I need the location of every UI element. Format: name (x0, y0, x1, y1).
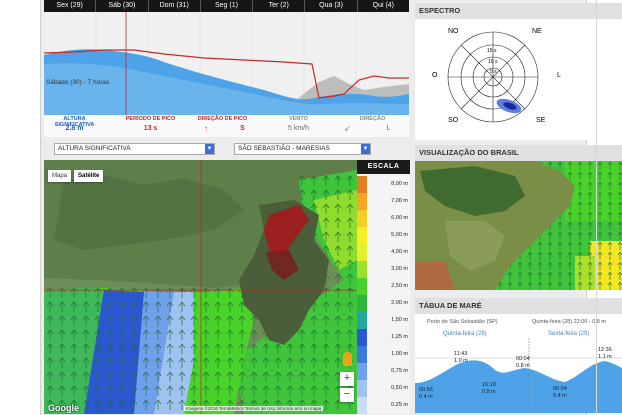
tide-time: 00:04 (516, 356, 530, 362)
direction-label-l: L (557, 72, 561, 79)
page-divider (596, 0, 597, 415)
brazil-title: VISUALIZAÇÃO DO BRASIL (415, 145, 622, 161)
height-scale-legend: ESCALA 8,00 m 7,00 m 6,00 m 5,00 m 4,00 m 3,0… (357, 160, 410, 414)
scale-swatch (357, 312, 367, 329)
scale-label: 2,50 m (391, 283, 408, 289)
day-tab[interactable]: Qui (4) (358, 0, 409, 12)
scale-swatch (357, 329, 367, 346)
direction-label-so: SO (448, 117, 459, 124)
brazil-panel: VISUALIZAÇÃO DO BRASIL (415, 145, 622, 290)
direction-label-se: SE (536, 117, 546, 124)
scale-label: 2,00 m (391, 300, 408, 306)
location-select[interactable]: SÃO SEBASTIÃO - MARESIAS ▼ (234, 143, 371, 155)
scale-title: ESCALA (357, 160, 410, 174)
day-tab[interactable]: Sex (29) (44, 0, 97, 12)
scale-swatch (357, 261, 367, 278)
wave-map[interactable]: Mapa Satélite + − Google Imagens ©2016 T… (44, 160, 357, 414)
stat-label-wind: VENTO (289, 116, 308, 122)
tide-time: 05:04 (553, 386, 567, 392)
satellite-view-button[interactable]: Satélite (74, 170, 104, 182)
tide-height: 0.4 m (419, 394, 433, 400)
spectrum-title: ESPECTRO (415, 3, 622, 19)
scale-swatch (357, 380, 367, 397)
tide-height: 1.0 m (454, 358, 468, 364)
scale-swatch (357, 244, 367, 261)
ring-label-5s: 5 s (490, 69, 497, 75)
zoom-in-button[interactable]: + (340, 372, 354, 386)
scale-label: 6,00 m (391, 215, 408, 221)
brazil-map[interactable] (415, 161, 622, 290)
stat-value-height: 2.8 m (65, 125, 84, 132)
direction-label-o: O (432, 72, 438, 79)
ring-label-10s: 10 s (488, 59, 498, 65)
scale-label: 8,00 m (391, 181, 408, 187)
scale-label: 0,25 m (391, 402, 408, 408)
wind-direction-arrow-icon: ↙ (344, 124, 351, 133)
google-logo: Google (48, 403, 79, 413)
tide-height: 0.8 m (516, 363, 530, 369)
map-attribution[interactable]: Imagens ©2016 TerraMetrics Termos de Uso… (184, 406, 324, 411)
direction-label-no: NO (448, 28, 459, 35)
scale-label: 0,75 m (391, 368, 408, 374)
peak-direction-arrow-icon: ↑ (204, 124, 208, 133)
day-tab[interactable]: Qua (3) (305, 0, 358, 12)
tide-panel: TÁBUA DE MARÉ Porto de São Sebastião (SP… (415, 298, 622, 413)
scale-swatch (357, 210, 367, 227)
scale-label: 1,00 m (391, 351, 408, 357)
scale-swatch (357, 193, 367, 210)
ring-label-15s: 15 s (487, 48, 497, 54)
forecast-chart[interactable]: Sábado (30) - 7 horas (44, 12, 409, 115)
variable-select-value: ALTURA SIGNIFICATIVA (58, 145, 131, 152)
stat-value-peak-direction: S (240, 125, 245, 132)
scale-label: 4,00 m (391, 249, 408, 255)
location-select-value: SÃO SEBASTIÃO - MARESIAS (238, 145, 330, 152)
scale-swatch (357, 176, 367, 193)
stat-value-wind-direction: L (386, 125, 391, 132)
day-tab[interactable]: Ter (2) (253, 0, 306, 12)
stat-value-period: 13 s (143, 125, 158, 132)
scale-label: 5,00 m (391, 232, 408, 238)
scale-label: 1,50 m (391, 317, 408, 323)
tide-height: 0.4 m (553, 393, 567, 399)
stat-label-period: PERÍODO DE PICO (125, 116, 176, 122)
day-tab[interactable]: Dom (31) (149, 0, 201, 12)
scale-swatch (357, 397, 367, 414)
tide-time: 00:56 (419, 387, 433, 393)
app-frame: Sex (29) Sáb (30) Dom (31) Seg (1) Ter (… (40, 0, 622, 415)
scale-swatch (357, 295, 367, 312)
forecast-stats: ALTURA SIGNIFICATIVA 2.8 m PERÍODO DE PI… (44, 115, 409, 137)
stat-value-wind: 5 km/h (287, 125, 309, 132)
stat-label-peak-direction: DIREÇÃO DE PICO (197, 116, 248, 122)
scale-label: 3,00 m (391, 266, 408, 272)
forecast-day-bar: Sex (29) Sáb (30) Dom (31) Seg (1) Ter (… (44, 0, 409, 12)
scale-swatch (357, 227, 367, 244)
zoom-out-button[interactable]: − (340, 388, 354, 402)
map-view-button[interactable]: Mapa (48, 170, 72, 182)
scale-label: 0,50 m (391, 385, 408, 391)
tide-height: 1.1 m (598, 354, 612, 360)
tide-height: 0.8 m (482, 389, 496, 395)
chevron-down-icon: ▼ (205, 144, 214, 154)
direction-label-ne: NE (532, 28, 542, 35)
scale-label: 1,25 m (391, 334, 408, 340)
variable-select[interactable]: ALTURA SIGNIFICATIVA ▼ (54, 143, 215, 155)
scale-label: 7,00 m (391, 198, 408, 204)
street-view-pegman-icon[interactable] (343, 352, 352, 366)
spectrum-polar-plot (447, 31, 539, 123)
tide-time: 12:36 (598, 347, 612, 353)
scale-swatch (357, 363, 367, 380)
cursor-time-label: Sábado (30) - 7 horas (46, 79, 110, 86)
tide-time: 16:19 (482, 382, 496, 388)
spectrum-panel: ESPECTRO NO NE O L SO SE 15 s 10 s 5 s (415, 3, 622, 140)
chevron-down-icon: ▼ (361, 144, 370, 154)
day-tab[interactable]: Seg (1) (201, 0, 254, 12)
tide-time: 11:43 (454, 351, 468, 357)
scale-swatch (357, 278, 367, 295)
day-tab[interactable]: Sáb (30) (96, 0, 149, 12)
scale-swatch (357, 346, 367, 363)
stat-label-wind-direction: DIREÇÃO (359, 116, 386, 122)
